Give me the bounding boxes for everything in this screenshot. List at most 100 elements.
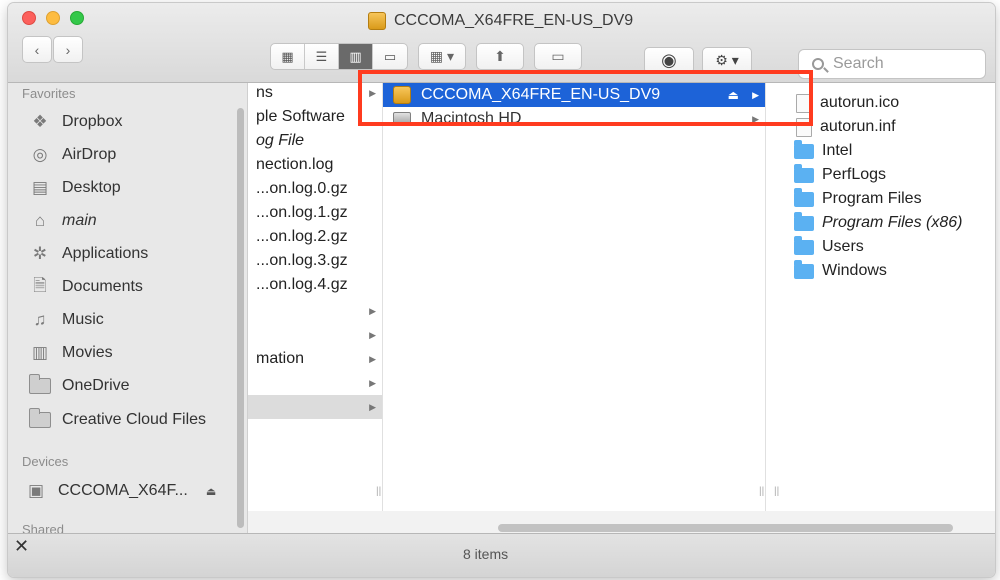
chevron-right-icon: ▶ (369, 401, 376, 412)
column-view-icon[interactable]: ▥ (339, 44, 373, 69)
search-input[interactable] (833, 55, 973, 73)
list-item-selected-drive[interactable]: CCCOMA_X64FRE_EN-US_DV9 ⏏ ▶ (383, 83, 765, 107)
list-item[interactable]: ▶ (248, 371, 382, 395)
list-view-icon[interactable]: ☰ (305, 44, 339, 69)
list-item[interactable]: ...on.log.0.gz (248, 177, 382, 201)
list-item-label: og File (256, 132, 305, 149)
sidebar-item-home[interactable]: ⌂ main (28, 208, 97, 234)
list-item[interactable]: ...on.log.1.gz (248, 201, 382, 225)
column-resize-handle[interactable]: || (774, 486, 779, 497)
eye-icon: ◉ (661, 50, 677, 70)
search-field[interactable] (798, 49, 986, 79)
sidebar-item-creative-cloud-files[interactable]: Creative Cloud Files (28, 407, 206, 433)
list-item[interactable]: autorun.inf (766, 115, 995, 139)
action-menu-button[interactable]: ⚙ ▾ (702, 47, 752, 74)
sidebar-item-documents[interactable]: 🗎 Documents (28, 274, 143, 300)
minimize-window-button[interactable] (46, 11, 60, 25)
list-item-label: Program Files (822, 190, 922, 207)
list-item-label: PerfLogs (822, 166, 887, 183)
chevron-right-icon: › (65, 41, 71, 58)
item-count: 8 items (463, 546, 509, 562)
list-item[interactable]: ple Software (248, 105, 382, 129)
share-icon: ⬆ (494, 48, 506, 64)
dropbox-icon: ❖ (32, 112, 48, 131)
desktop-icon: ▤ (31, 178, 49, 197)
view-mode-switcher: ▦ ☰ ▥ ▭ (270, 43, 408, 70)
grid-view-icon[interactable]: ▦ (271, 44, 305, 69)
list-item[interactable]: PerfLogs (766, 163, 995, 187)
sidebar-item-music[interactable]: ♫ Music (28, 307, 104, 333)
list-item[interactable]: Windows (766, 259, 995, 283)
sidebar-item-label: CCCOMA_X64F... (58, 482, 188, 499)
list-item-label: Program Files (x86) (822, 214, 963, 231)
folder-icon (794, 259, 814, 279)
list-item-label: ...on.log.3.gz (256, 252, 348, 269)
list-item[interactable]: mation ▶ (248, 347, 382, 371)
list-item-label: ...on.log.4.gz (256, 276, 348, 293)
quick-look-button[interactable]: ◉ (644, 47, 694, 74)
sidebar-item-onedrive[interactable]: OneDrive (28, 373, 130, 399)
zoom-window-button[interactable] (70, 11, 84, 25)
column-2: CCCOMA_X64FRE_EN-US_DV9 ⏏ ▶ Macintosh HD… (383, 83, 766, 511)
folder-icon (28, 408, 52, 430)
documents-icon: 🗎 (33, 275, 47, 295)
list-item-label: Windows (822, 262, 887, 279)
sidebar-item-dropbox[interactable]: ❖ Dropbox (28, 109, 122, 135)
sidebar-item-label: Music (62, 311, 104, 328)
airdrop-icon: ◎ (32, 145, 48, 164)
list-item[interactable]: ...on.log.3.gz (248, 249, 382, 273)
sidebar-item-applications[interactable]: ✲ Applications (28, 241, 148, 267)
window-title-text: CCCOMA_X64FRE_EN-US_DV9 (394, 12, 634, 29)
sidebar-item-movies[interactable]: ▥ Movies (28, 340, 113, 366)
list-item[interactable]: Intel (766, 139, 995, 163)
folder-icon (794, 139, 814, 159)
close-window-button[interactable] (22, 11, 36, 25)
sidebar-item-airdrop[interactable]: ◎ AirDrop (28, 142, 117, 168)
list-item[interactable]: Program Files (x86) (766, 211, 995, 235)
list-item[interactable]: Macintosh HD ▶ (383, 107, 765, 131)
disk-icon: ▣ (27, 481, 45, 500)
cover-flow-view-icon[interactable]: ▭ (373, 44, 407, 69)
search-icon (812, 58, 824, 70)
chevron-right-icon: ▶ (369, 87, 376, 98)
list-item[interactable]: Users (766, 235, 995, 259)
list-item[interactable]: autorun.ico (766, 91, 995, 115)
arrange-button[interactable]: ▦ ▾ (418, 43, 466, 70)
sidebar-item-label: Applications (62, 245, 149, 262)
list-item[interactable]: Program Files (766, 187, 995, 211)
close-icon[interactable]: ✕ (14, 536, 29, 557)
sidebar-scrollbar[interactable] (237, 108, 244, 528)
file-icon (796, 117, 812, 137)
column-resize-handle[interactable]: || (376, 486, 381, 497)
drive-icon (368, 12, 386, 30)
eject-icon[interactable]: ⏏ (206, 485, 216, 498)
forward-button[interactable]: › (53, 36, 83, 63)
sidebar-item-disk[interactable]: ▣ CCCOMA_X64F... ⏏ (24, 478, 216, 504)
applications-icon: ✲ (32, 244, 48, 263)
chevron-right-icon: ▶ (369, 305, 376, 316)
share-button[interactable]: ⬆ (476, 43, 524, 70)
sidebar-item-desktop[interactable]: ▤ Desktop (28, 175, 121, 201)
column-resize-handle[interactable]: || (759, 486, 764, 497)
back-button[interactable]: ‹ (22, 36, 52, 63)
chevron-left-icon: ‹ (34, 41, 40, 58)
list-item[interactable]: ▶ (248, 299, 382, 323)
eject-icon[interactable]: ⏏ (728, 88, 739, 102)
folder-icon (794, 187, 814, 207)
list-item[interactable]: nection.log (248, 153, 382, 177)
sidebar-item-label: OneDrive (62, 377, 130, 394)
list-item-selected[interactable]: ▶ (248, 395, 382, 419)
chevron-right-icon: ▶ (752, 89, 759, 100)
list-item[interactable]: ns ▶ (248, 83, 382, 105)
list-item[interactable]: ...on.log.2.gz (248, 225, 382, 249)
list-item[interactable]: ▶ (248, 323, 382, 347)
list-item-label: CCCOMA_X64FRE_EN-US_DV9 (421, 86, 661, 103)
sidebar-item-label: main (62, 212, 97, 229)
sidebar-item-label: Desktop (62, 179, 121, 196)
list-item[interactable]: ...on.log.4.gz (248, 273, 382, 297)
folder-alias-icon (794, 211, 814, 231)
horizontal-scrollbar[interactable] (498, 524, 953, 532)
tag-button[interactable]: ▭ (534, 43, 582, 70)
chevron-right-icon: ▶ (369, 377, 376, 388)
list-item[interactable]: og File (248, 129, 382, 153)
